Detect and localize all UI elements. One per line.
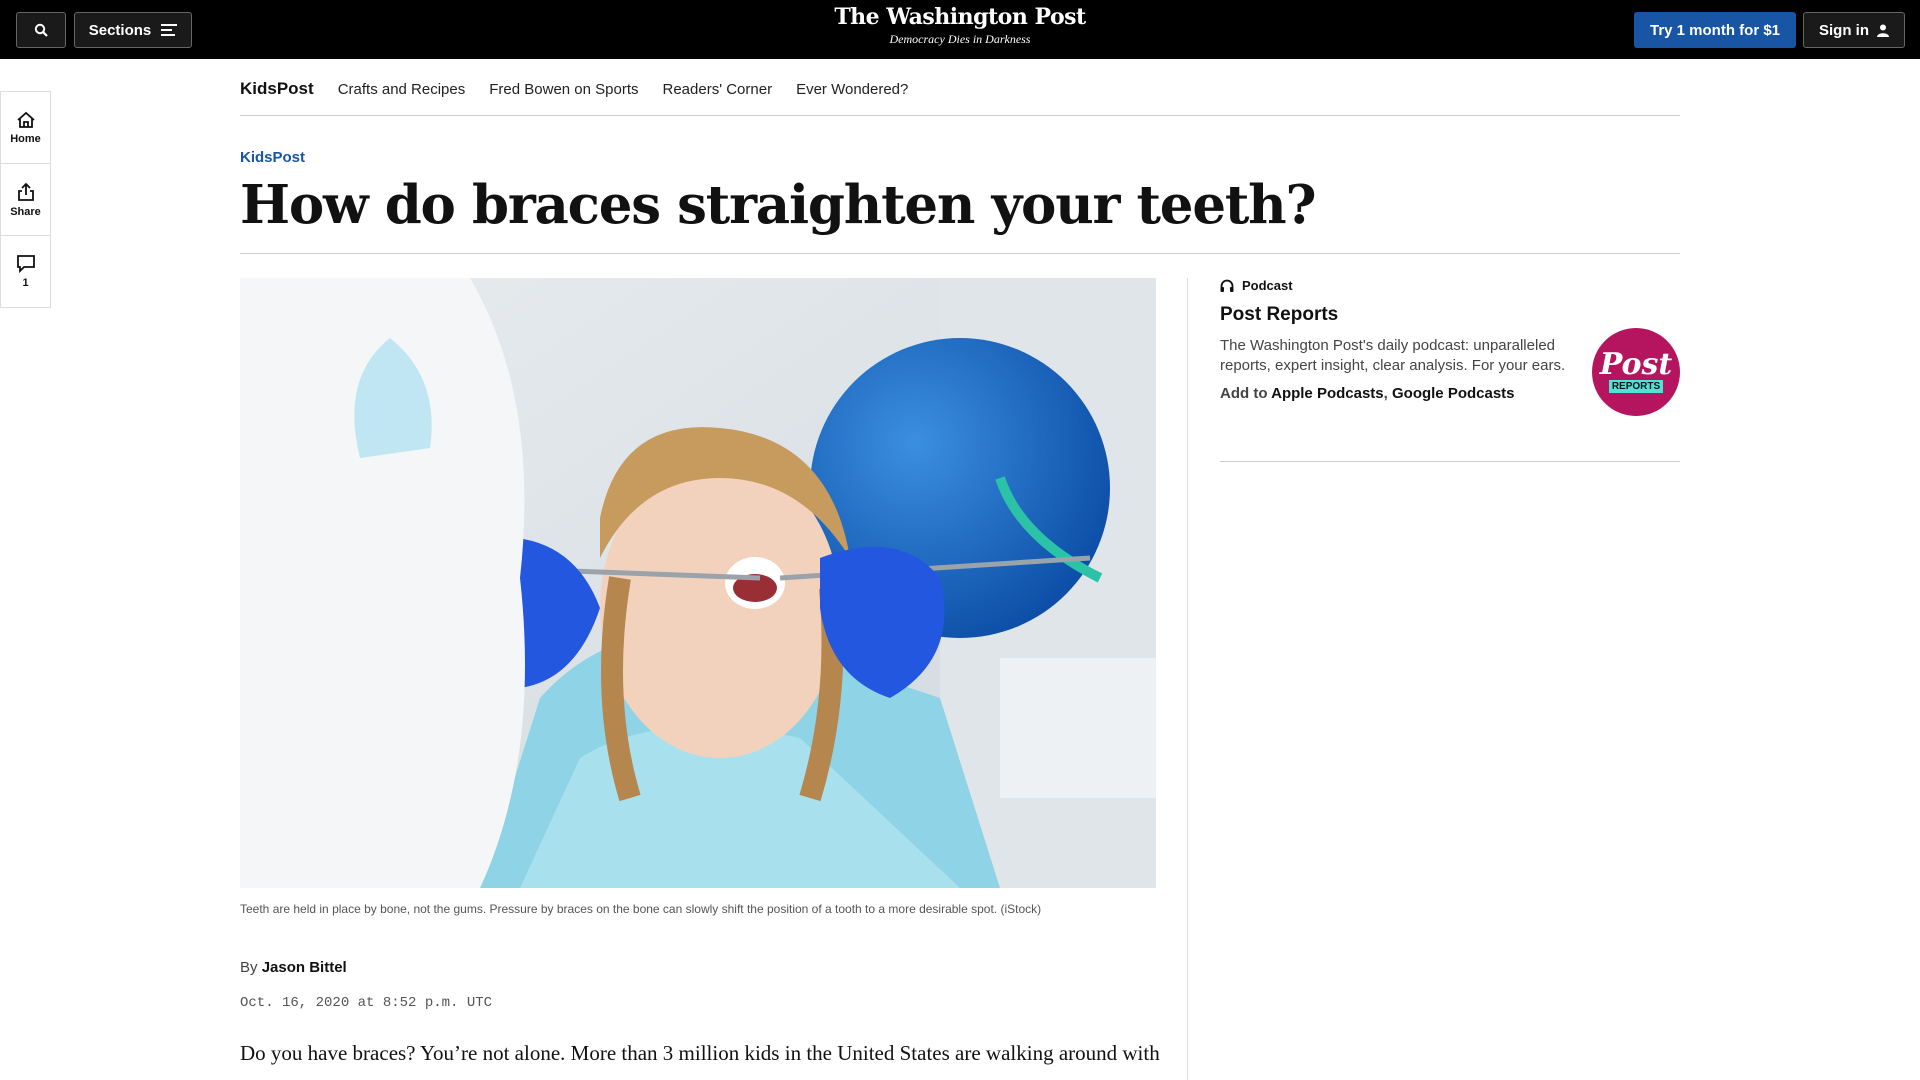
logo-tagline: Democracy Dies in Darkness: [889, 32, 1031, 46]
link-separator: ,: [1383, 385, 1388, 402]
left-action-rail: Home Share 1: [0, 91, 51, 308]
home-icon: [16, 111, 35, 128]
section-subnav: KidsPost Crafts and Recipes Fred Bowen o…: [240, 70, 1680, 116]
podcast-title[interactable]: Post Reports: [1220, 304, 1338, 326]
site-logo[interactable]: The Washington Post Democracy Dies in Da…: [760, 4, 1160, 47]
byline: By Jason Bittel: [240, 959, 347, 976]
subnav-link-sports[interactable]: Fred Bowen on Sports: [489, 79, 638, 98]
subnav-link-crafts[interactable]: Crafts and Recipes: [338, 79, 466, 98]
post-reports-logo-sub: REPORTS: [1608, 380, 1664, 393]
podcast-label-row: Podcast: [1220, 278, 1293, 293]
sections-label: Sections: [88, 21, 152, 39]
share-icon: [17, 182, 34, 201]
podcast-label: Podcast: [1242, 278, 1293, 293]
subnav-link-ever-wondered[interactable]: Ever Wondered?: [796, 79, 908, 98]
user-icon: [1877, 24, 1889, 37]
publish-date: Oct. 16, 2020 at 8:52 p.m. UTC: [240, 995, 493, 1011]
top-navigation-bar: Sections The Washington Post Democracy D…: [0, 0, 1920, 59]
sign-in-button[interactable]: Sign in: [1803, 12, 1905, 48]
comments-count: 1: [22, 277, 29, 289]
search-button[interactable]: [16, 12, 66, 48]
search-icon: [34, 23, 48, 37]
headphones-icon: [1220, 279, 1234, 292]
menu-icon: [161, 21, 178, 39]
logo-title: The Washington Post: [834, 4, 1086, 30]
article-kicker[interactable]: KidsPost: [240, 149, 305, 166]
headline-divider: [240, 253, 1680, 254]
post-reports-logo[interactable]: Post REPORTS: [1592, 328, 1680, 416]
podcast-promo: Podcast Post Reports The Washington Post…: [1220, 278, 1680, 462]
podcast-add-links: Add to Apple Podcasts, Google Podcasts: [1220, 385, 1515, 402]
comment-icon: [16, 255, 35, 273]
home-label: Home: [10, 132, 41, 145]
apple-podcasts-link[interactable]: Apple Podcasts: [1271, 385, 1384, 402]
share-label: Share: [10, 205, 41, 218]
add-to-label: Add to: [1220, 385, 1268, 402]
lead-photo: [240, 278, 1156, 888]
sections-menu-button[interactable]: Sections: [74, 12, 192, 48]
post-reports-logo-word: Post: [1599, 347, 1673, 382]
sign-in-label: Sign in: [1819, 21, 1869, 39]
podcast-description: The Washington Post's daily podcast: unp…: [1220, 337, 1566, 374]
subnav-link-readers-corner[interactable]: Readers' Corner: [663, 79, 773, 98]
article-lede: Do you have braces? You’re not alone. Mo…: [240, 1041, 1160, 1065]
subscribe-button[interactable]: Try 1 month for $1: [1634, 12, 1796, 48]
byline-prefix: By: [240, 959, 258, 976]
subnav-brand-link[interactable]: KidsPost: [240, 79, 314, 99]
photo-caption: Teeth are held in place by bone, not the…: [240, 902, 1042, 916]
comments-button[interactable]: 1: [0, 235, 51, 308]
google-podcasts-link[interactable]: Google Podcasts: [1392, 385, 1515, 402]
sidebar-divider: [1187, 278, 1188, 1080]
article-headline: How do braces straighten your teeth?: [240, 174, 1317, 236]
share-button[interactable]: Share: [0, 163, 51, 236]
home-button[interactable]: Home: [0, 91, 51, 164]
dentist-photo-illustration: [240, 278, 1156, 888]
author-link[interactable]: Jason Bittel: [262, 959, 347, 976]
